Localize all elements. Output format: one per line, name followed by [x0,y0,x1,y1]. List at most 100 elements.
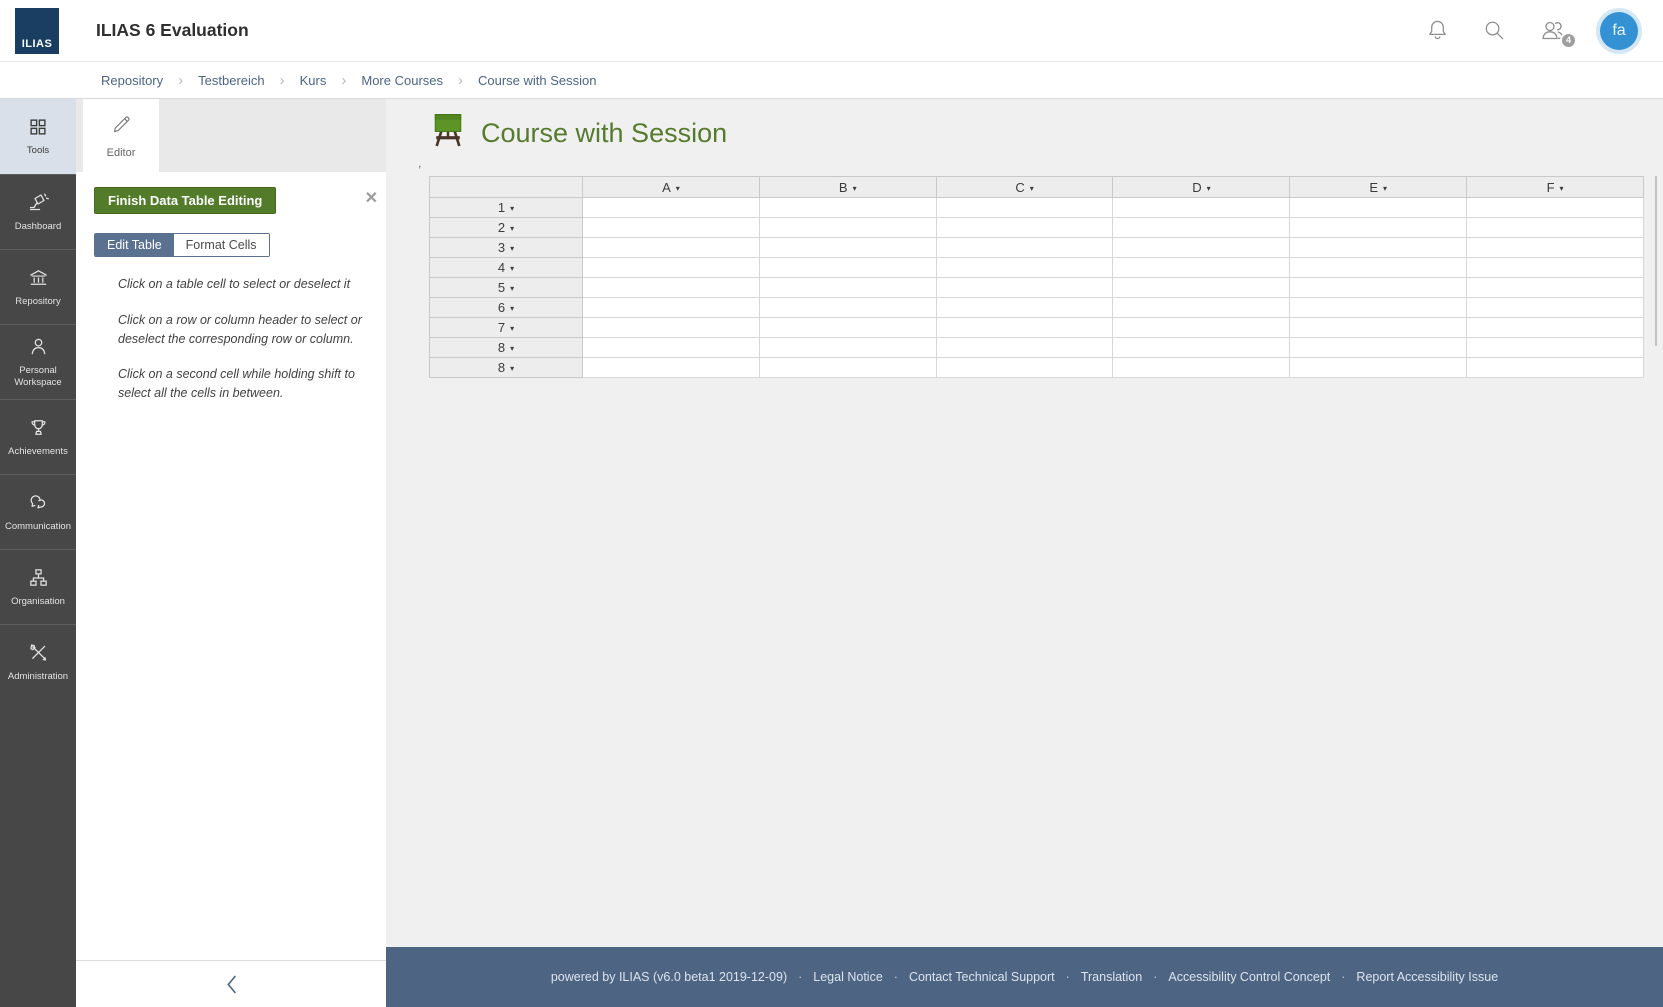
table-cell[interactable] [1466,297,1644,318]
footer-link-legal-notice[interactable]: Legal Notice [813,970,883,984]
table-cell[interactable] [758,317,937,338]
table-cell[interactable] [1289,297,1468,318]
table-cell[interactable] [935,197,1114,218]
table-cell[interactable] [582,317,760,338]
table-cell[interactable] [935,337,1114,358]
sidebar-item-tools[interactable]: Tools [0,99,76,174]
table-cell[interactable] [1112,317,1291,338]
row-header-3[interactable]: 3 ▾ [429,237,583,258]
table-cell[interactable] [758,337,937,358]
tab-editor[interactable]: Editor [83,99,159,172]
table-cell[interactable] [582,197,760,218]
table-cell[interactable] [1112,297,1291,318]
breadcrumb-item-repository[interactable]: Repository [101,73,163,88]
footer-link-translation[interactable]: Translation [1081,970,1142,984]
table-cell[interactable] [1289,237,1468,258]
row-header-5[interactable]: 5 ▾ [429,277,583,298]
table-cell[interactable] [1289,217,1468,238]
table-cell[interactable] [1466,337,1644,358]
avatar[interactable]: fa [1600,11,1638,50]
column-header-A[interactable]: A ▾ [582,176,760,198]
finish-data-table-editing-button[interactable]: Finish Data Table Editing [94,187,277,214]
column-header-D[interactable]: D ▾ [1112,176,1291,198]
sidebar-item-administration[interactable]: Administration [0,624,76,699]
breadcrumb-item-more-courses[interactable]: More Courses [361,73,443,88]
table-cell[interactable] [1289,357,1468,378]
footer-link-accessibility-control-concept[interactable]: Accessibility Control Concept [1168,970,1330,984]
table-cell[interactable] [935,317,1114,338]
table-cell[interactable] [935,277,1114,298]
table-cell[interactable] [1466,257,1644,278]
row-header-7[interactable]: 7 ▾ [429,317,583,338]
table-cell[interactable] [935,297,1114,318]
table-cell[interactable] [1466,317,1644,338]
search-icon[interactable] [1481,17,1508,44]
sidebar-item-repository[interactable]: Repository [0,249,76,324]
table-cell[interactable] [1112,277,1291,298]
table-cell[interactable] [1289,317,1468,338]
table-cell[interactable] [582,217,760,238]
bell-icon[interactable] [1424,17,1451,44]
table-cell[interactable] [582,277,760,298]
table-cell[interactable] [1466,277,1644,298]
table-cell[interactable] [758,357,937,378]
row-header-6[interactable]: 6 ▾ [429,297,583,318]
table-cell[interactable] [582,297,760,318]
table-cell[interactable] [935,257,1114,278]
sidebar-item-achievements[interactable]: Achievements [0,399,76,474]
table-cell[interactable] [582,237,760,258]
table-cell[interactable] [758,297,937,318]
table-cell[interactable] [935,237,1114,258]
table-cell[interactable] [758,237,937,258]
column-header-E[interactable]: E ▾ [1289,176,1468,198]
table-cell[interactable] [582,357,760,378]
table-scrollbar[interactable] [1655,176,1657,346]
row-header-9[interactable]: 8 ▾ [429,357,583,378]
footer-link-report-accessibility-issue[interactable]: Report Accessibility Issue [1356,970,1498,984]
table-cell[interactable] [1112,257,1291,278]
breadcrumb-item-kurs[interactable]: Kurs [300,73,327,88]
table-cell[interactable] [1289,197,1468,218]
breadcrumb-item-course-with-session[interactable]: Course with Session [478,73,597,88]
column-header-B[interactable]: B ▾ [758,176,937,198]
toggle-edit-table[interactable]: Edit Table [95,234,174,256]
row-header-4[interactable]: 4 ▾ [429,257,583,278]
footer-link-contact-technical-support[interactable]: Contact Technical Support [909,970,1055,984]
row-header-1[interactable]: 1 ▾ [429,197,583,218]
table-cell[interactable] [1289,337,1468,358]
row-header-2[interactable]: 2 ▾ [429,217,583,238]
table-cell[interactable] [758,197,937,218]
breadcrumb-item-testbereich[interactable]: Testbereich [198,73,264,88]
table-cell[interactable] [758,257,937,278]
table-cell[interactable] [1466,237,1644,258]
column-header-F[interactable]: F ▾ [1466,176,1644,198]
table-cell[interactable] [582,337,760,358]
sidebar-item-dashboard[interactable]: Dashboard [0,174,76,249]
sidebar-item-organisation[interactable]: Organisation [0,549,76,624]
table-cell[interactable] [1289,257,1468,278]
table-cell[interactable] [582,257,760,278]
sidebar-item-communication[interactable]: Communication [0,474,76,549]
table-cell[interactable] [1289,277,1468,298]
chevron-left-icon[interactable] [225,974,238,995]
table-cell[interactable] [1466,217,1644,238]
table-cell[interactable] [1112,237,1291,258]
table-cell[interactable] [758,277,937,298]
table-cell[interactable] [1112,197,1291,218]
table-cell[interactable] [1466,357,1644,378]
column-header-C[interactable]: C ▾ [935,176,1114,198]
toggle-format-cells[interactable]: Format Cells [173,234,269,256]
ilias-logo[interactable]: ILIAS [15,7,59,54]
table-cell[interactable] [935,357,1114,378]
table-cell[interactable] [935,217,1114,238]
table-cell[interactable] [758,217,937,238]
table-cell[interactable] [1112,217,1291,238]
row-header-8[interactable]: 8 ▾ [429,337,583,358]
users-icon[interactable]: 4 [1538,17,1577,49]
table-corner-cell[interactable] [429,176,583,198]
sidebar-item-personal-workspace[interactable]: Personal Workspace [0,324,76,399]
table-cell[interactable] [1466,197,1644,218]
close-icon[interactable]: ✕ [365,191,378,207]
table-cell[interactable] [1112,357,1291,378]
table-cell[interactable] [1112,337,1291,358]
